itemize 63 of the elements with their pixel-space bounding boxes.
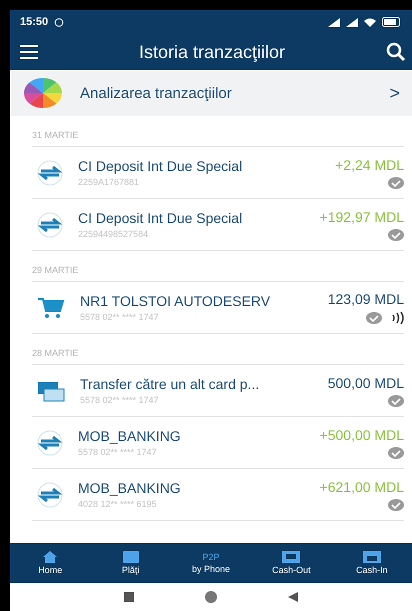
contactless-icon bbox=[390, 310, 404, 324]
transaction-title: CI Deposit Int Due Special bbox=[78, 158, 244, 174]
nav-tab[interactable]: Cash-Out bbox=[251, 543, 332, 583]
transaction-amount: 123,09 MDL bbox=[328, 290, 404, 306]
exchange-arrows-icon bbox=[36, 480, 64, 508]
check-icon bbox=[366, 312, 382, 324]
transaction-row[interactable]: CI Deposit Int Due Special 2259A1767881 +2,24 MDL bbox=[32, 147, 404, 199]
wifi-icon bbox=[364, 18, 376, 26]
home-icon bbox=[43, 551, 58, 563]
transaction-title: CI Deposit Int Due Special bbox=[78, 210, 244, 226]
transaction-row[interactable]: NR1 TOLSTOI AUTODESERV 5578 02** **** 1747 123,09 MDL bbox=[32, 282, 404, 334]
date-header: 28 MARTIE bbox=[32, 334, 404, 365]
transaction-title: Transfer către un alt card p... bbox=[80, 376, 260, 392]
menu-icon[interactable] bbox=[20, 45, 38, 59]
transaction-number: 22594498527584 bbox=[78, 229, 150, 239]
transaction-amount: +621,00 MDL bbox=[320, 478, 404, 494]
transaction-row[interactable]: Transfer către un alt card p... 5578 02** **** 1747 500,00 MDL bbox=[32, 365, 404, 417]
transaction-amount: 500,00 MDL bbox=[328, 374, 404, 390]
exchange-arrows-icon bbox=[36, 428, 64, 456]
screen-title: Istoria tranzacţiilor bbox=[138, 42, 286, 62]
nav-tab[interactable]: Cash-In bbox=[332, 543, 412, 583]
check-icon bbox=[388, 394, 404, 406]
analysis-label: Analizarea tranzacţiilor bbox=[80, 84, 233, 102]
nav-tab[interactable]: Home bbox=[10, 543, 90, 583]
nav-tab[interactable]: P2P by Phone bbox=[170, 543, 252, 583]
check-icon bbox=[388, 176, 404, 188]
transaction-number: 5578 02** **** 1747 bbox=[80, 395, 160, 405]
battery-icon bbox=[382, 17, 402, 27]
atm-icon bbox=[362, 551, 381, 563]
transaction-amount: +192,97 MDL bbox=[320, 208, 404, 224]
alarm-icon bbox=[54, 17, 64, 27]
atm-icon bbox=[282, 551, 300, 563]
exchange-arrows-icon bbox=[36, 158, 64, 186]
transaction-row[interactable]: CI Deposit Int Due Special 22594498527584 +192,97 MDL bbox=[32, 199, 404, 251]
transaction-amount: +500,00 MDL bbox=[320, 426, 404, 442]
check-icon bbox=[388, 228, 404, 240]
date-header: 29 MARTIE bbox=[32, 251, 404, 282]
analysis-row[interactable]: Analizarea tranzacţiilor > bbox=[10, 70, 412, 116]
home-circle-icon[interactable] bbox=[204, 590, 218, 604]
p2p-label: P2P bbox=[202, 552, 220, 562]
check-icon bbox=[388, 498, 404, 510]
transaction-title: NR1 TOLSTOI AUTODESERV bbox=[80, 293, 272, 309]
back-icon[interactable] bbox=[288, 592, 298, 602]
transaction-title: MOB_BANKING bbox=[78, 428, 182, 444]
wallet-icon bbox=[122, 551, 139, 563]
exchange-arrows-icon bbox=[36, 210, 64, 238]
signal-icon bbox=[328, 18, 340, 26]
transaction-number: 5578 02** **** 1747 bbox=[78, 447, 158, 457]
transaction-amount: +2,24 MDL bbox=[335, 156, 404, 172]
signal-icon bbox=[346, 18, 358, 26]
pie-chart-icon bbox=[24, 78, 62, 108]
transaction-title: MOB_BANKING bbox=[78, 480, 182, 496]
status-time: 15:50 bbox=[20, 16, 48, 28]
check-icon bbox=[388, 446, 404, 458]
date-header: 31 MARTIE bbox=[32, 116, 404, 147]
transaction-row[interactable]: MOB_BANKING 5578 02** **** 1747 +500,00 MDL bbox=[32, 417, 404, 469]
chevron-icon: > bbox=[389, 82, 400, 104]
transaction-row[interactable]: MOB_BANKING 4028 12** **** 6195 +621,00 MDL bbox=[32, 469, 404, 521]
search-icon[interactable] bbox=[386, 42, 406, 62]
transaction-number: 2259A1767881 bbox=[78, 177, 140, 187]
transaction-number: 4028 12** **** 6195 bbox=[78, 499, 158, 509]
nav-tab[interactable]: Plăţi bbox=[90, 543, 171, 583]
transaction-number: 5578 02** **** 1747 bbox=[80, 312, 160, 322]
